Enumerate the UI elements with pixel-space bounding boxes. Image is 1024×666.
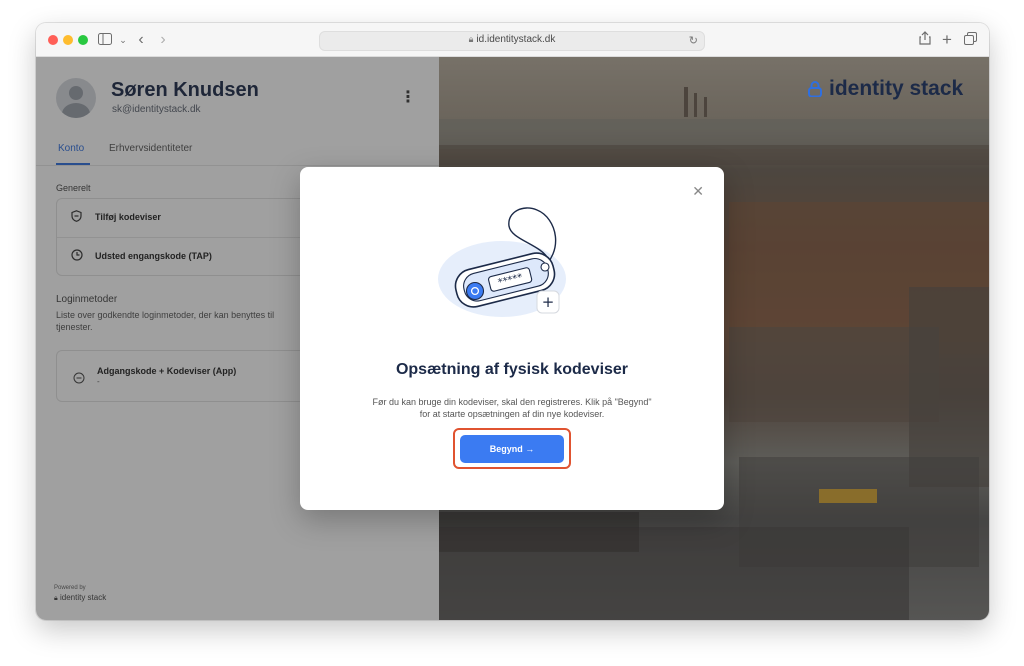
close-icon[interactable]: ✕ [692,183,704,200]
modal-title: Opsætning af fysisk kodeviser [395,361,629,378]
brand-name: identity stack [829,77,964,100]
lock-icon [808,81,822,97]
begin-button-label: Begynd [489,444,523,454]
zoom-window-button[interactable] [78,35,88,45]
new-tab-icon[interactable]: + [938,31,956,49]
share-icon[interactable] [916,31,934,49]
hardware-token-illustration: ***** + [438,207,566,317]
minimize-window-button[interactable] [63,35,73,45]
setup-modal: ✕ ***** + Opsætning af fysisk kodeviser … [300,167,724,510]
begin-button[interactable]: Begynd → [460,435,564,463]
url-display: 🔒︎ id.identitystack.dk [320,34,704,45]
reload-icon[interactable]: ↻ [689,34,698,47]
browser-window: ⌄ ‹ › 🔒︎ id.identitystack.dk ↻ + Søren Kn… [36,23,989,620]
identity-stack-logo: identity stack [808,77,963,101]
tab-overview-icon[interactable] [961,31,979,49]
sidebar-toggle-icon[interactable] [96,31,114,49]
lock-icon: 🔒︎ [468,34,474,44]
chevron-down-icon[interactable]: ⌄ [114,31,132,49]
back-icon[interactable]: ‹ [132,31,150,49]
svg-text:+: + [542,293,555,311]
arrow-right-icon: → [525,444,535,454]
modal-description: Før du kan bruge din kodeviser, skal den… [372,397,652,419]
url-text: id.identitystack.dk [476,34,556,45]
forward-icon[interactable]: › [154,31,172,49]
address-bar[interactable]: 🔒︎ id.identitystack.dk ↻ [319,31,705,51]
browser-toolbar: ⌄ ‹ › 🔒︎ id.identitystack.dk ↻ + [36,23,989,57]
close-window-button[interactable] [48,35,58,45]
